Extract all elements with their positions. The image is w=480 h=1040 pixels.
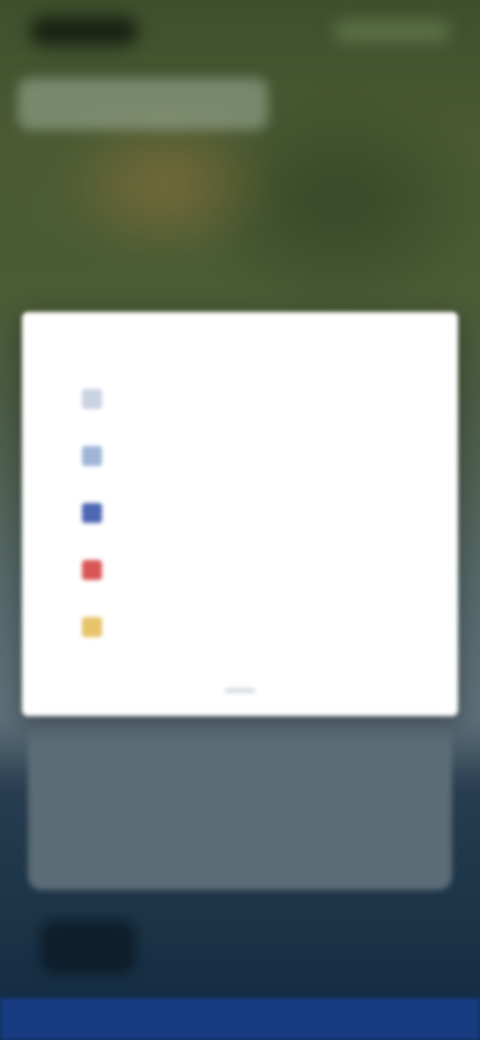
flag-icon xyxy=(82,559,102,580)
option-item-2[interactable] xyxy=(22,427,458,484)
option-item-5[interactable] xyxy=(22,598,458,655)
options-list xyxy=(22,370,458,655)
options-dialog xyxy=(22,312,458,716)
navigation-bar xyxy=(0,998,480,1040)
bottom-sheet xyxy=(28,722,452,890)
drag-handle[interactable] xyxy=(225,688,255,693)
option-item-3[interactable] xyxy=(22,484,458,541)
status-indicators xyxy=(334,20,450,42)
document-icon xyxy=(82,445,102,466)
option-item-1[interactable] xyxy=(22,370,458,427)
list-icon xyxy=(82,388,102,409)
option-item-4[interactable] xyxy=(22,541,458,598)
search-bar[interactable] xyxy=(18,78,268,130)
star-icon xyxy=(82,616,102,637)
status-bar xyxy=(0,0,480,62)
action-button[interactable] xyxy=(40,920,136,974)
status-time xyxy=(30,16,138,46)
dialog-footer xyxy=(22,682,458,702)
grid-icon xyxy=(82,502,102,523)
